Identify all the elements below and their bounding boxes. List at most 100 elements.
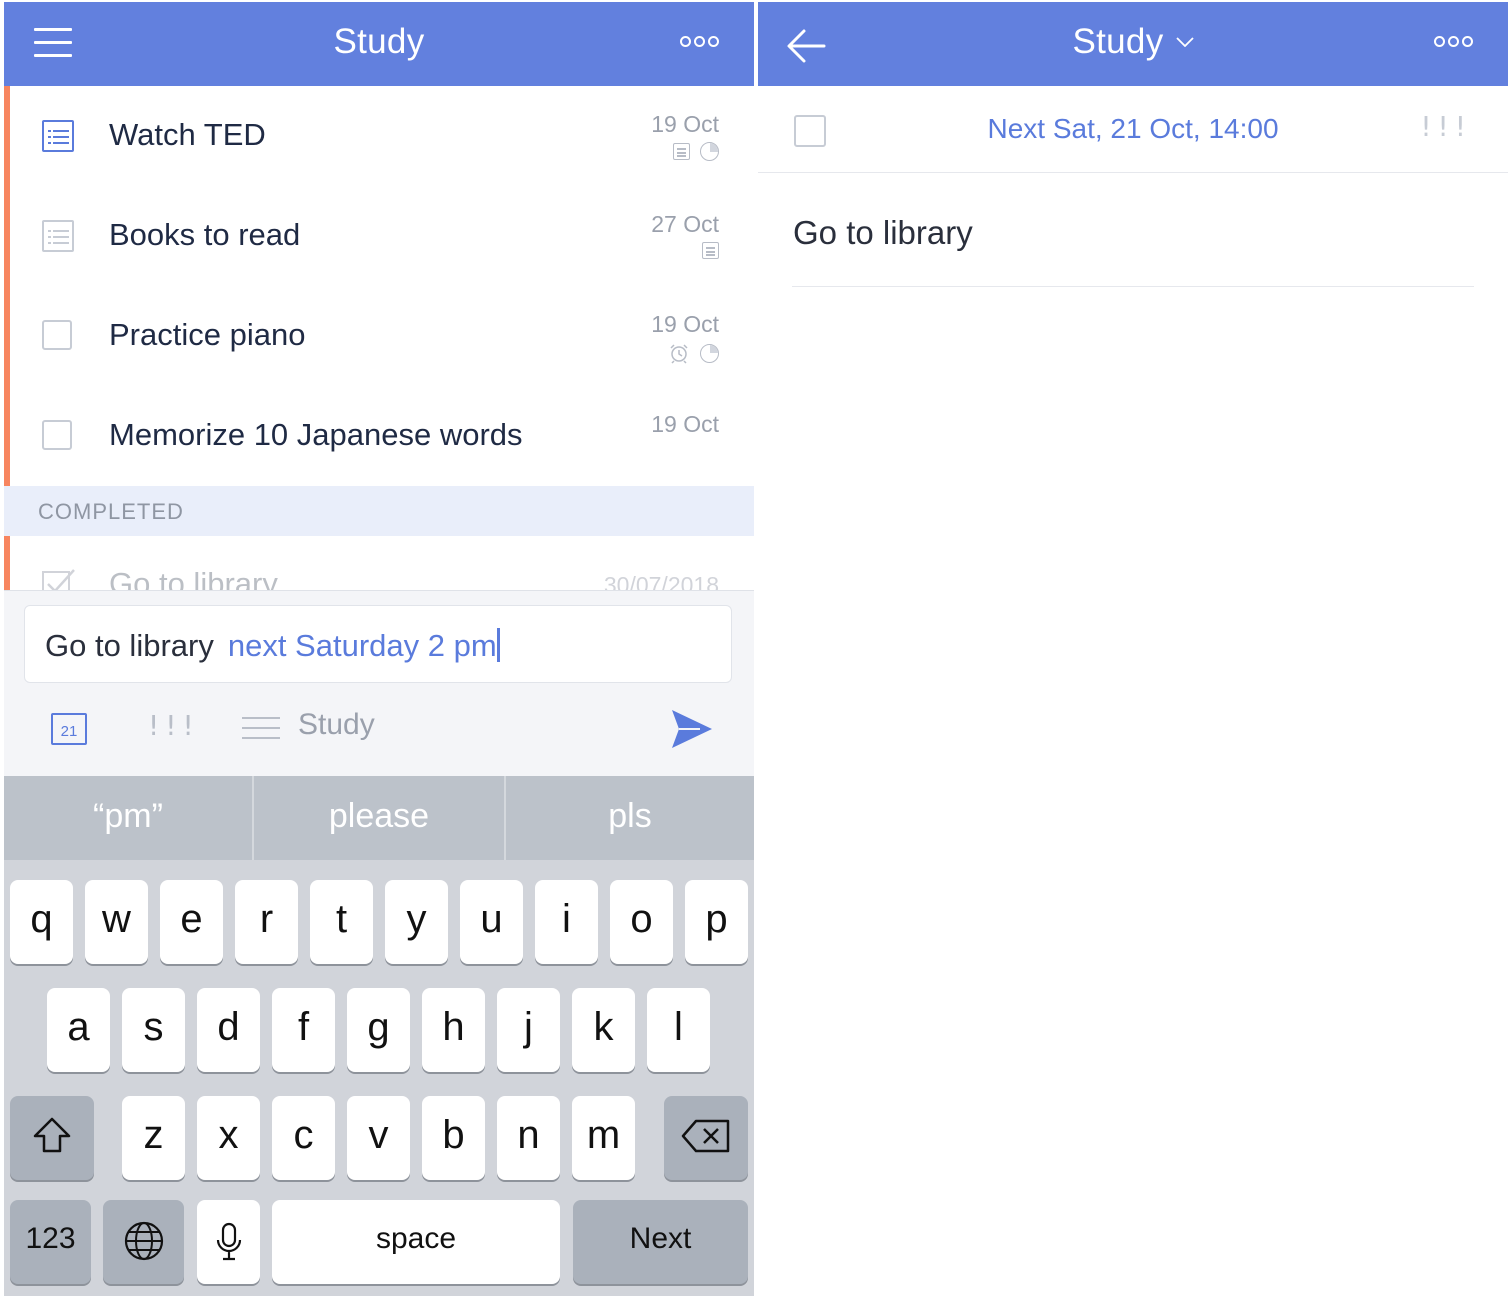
task-title[interactable]: Go to library (793, 214, 973, 252)
space-key[interactable]: space (272, 1200, 560, 1284)
input-parsed-date: next Saturday 2 pm (227, 628, 497, 663)
app-header: Study (758, 2, 1508, 86)
calendar-icon[interactable]: 21 (51, 713, 87, 745)
completed-section-header[interactable]: COMPLETED (4, 486, 754, 536)
key-v[interactable]: v (347, 1096, 410, 1180)
key-k[interactable]: k (572, 988, 635, 1072)
list-icon (242, 717, 280, 741)
calendar-day: 21 (60, 723, 78, 740)
key-t[interactable]: t (310, 880, 373, 964)
key-o[interactable]: o (610, 880, 673, 964)
key-d[interactable]: d (197, 988, 260, 1072)
key-q[interactable]: q (10, 880, 73, 964)
numbers-key[interactable]: 123 (10, 1200, 91, 1284)
priority-icon[interactable]: !!! (148, 709, 200, 742)
priority-icon[interactable]: !!! (1420, 110, 1472, 143)
task-title: Memorize 10 Japanese words (109, 417, 523, 452)
key-m[interactable]: m (572, 1096, 635, 1180)
suggestion-item[interactable]: pls (506, 776, 754, 860)
divider (792, 286, 1474, 287)
due-date[interactable]: Next Sat, 21 Oct, 14:00 (758, 113, 1508, 145)
task-meta (668, 342, 719, 364)
alarm-icon (670, 344, 688, 364)
task-title: Practice piano (109, 317, 306, 352)
backspace-key[interactable] (664, 1096, 748, 1180)
task-title: Watch TED (109, 117, 266, 152)
send-icon[interactable] (670, 708, 714, 750)
note-icon[interactable] (42, 120, 74, 152)
note-icon[interactable] (42, 220, 74, 252)
more-icon[interactable] (680, 36, 720, 48)
note-indicator-icon (673, 143, 690, 160)
task-meta (692, 242, 719, 264)
task-checkbox[interactable] (42, 420, 72, 450)
task-title: Books to read (109, 217, 301, 252)
suggestion-bar: “pm” please pls (4, 776, 754, 860)
key-l[interactable]: l (647, 988, 710, 1072)
task-list-screen: Study Watch TED 19 Oct Books to read 27 … (4, 0, 754, 1296)
chevron-down-icon (1175, 37, 1194, 47)
completed-label: COMPLETED (38, 499, 184, 524)
microphone-icon (216, 1222, 241, 1261)
key-u[interactable]: u (460, 880, 523, 964)
app-header: Study (4, 2, 754, 86)
list-title-dropdown[interactable]: Study (758, 22, 1508, 62)
dictation-key[interactable] (197, 1200, 260, 1284)
page-title: Study (333, 22, 425, 61)
progress-pie-icon (700, 142, 719, 161)
key-c[interactable]: c (272, 1096, 335, 1180)
task-detail-screen: Study Next Sat, 21 Oct, 14:00 !!! Go to … (758, 0, 1508, 1296)
due-date-row: Next Sat, 21 Oct, 14:00 !!! (758, 86, 1508, 173)
task-date: 27 Oct (651, 211, 719, 237)
key-h[interactable]: h (422, 988, 485, 1072)
suggestion-divider (252, 776, 254, 860)
task-row[interactable]: Watch TED 19 Oct (4, 86, 754, 186)
key-r[interactable]: r (235, 880, 298, 964)
task-date: 19 Oct (651, 311, 719, 337)
globe-key[interactable] (103, 1200, 184, 1284)
quick-add-input[interactable]: Go to library next Saturday 2 pm (24, 605, 732, 683)
completed-task-row[interactable]: Go to library 30/07/2018 (4, 536, 754, 590)
checked-box-icon[interactable] (42, 568, 76, 590)
backspace-icon (681, 1119, 730, 1153)
note-indicator-icon (702, 242, 719, 260)
key-x[interactable]: x (197, 1096, 260, 1180)
key-w[interactable]: w (85, 880, 148, 964)
key-s[interactable]: s (122, 988, 185, 1072)
globe-icon (124, 1221, 163, 1261)
key-n[interactable]: n (497, 1096, 560, 1180)
key-e[interactable]: e (160, 880, 223, 964)
page-title: Study (1072, 22, 1164, 61)
shift-icon (33, 1117, 71, 1153)
progress-pie-icon (700, 343, 719, 363)
task-title: Go to library (109, 566, 278, 590)
task-checkbox[interactable] (42, 320, 72, 350)
task-date: 30/07/2018 (603, 572, 719, 590)
task-date: 19 Oct (651, 411, 719, 437)
more-icon[interactable] (1434, 36, 1474, 48)
next-key[interactable]: Next (573, 1200, 748, 1284)
list-name: Study (298, 708, 375, 741)
task-row[interactable]: Memorize 10 Japanese words 19 Oct (4, 386, 754, 486)
suggestion-item[interactable]: “pm” (4, 776, 252, 860)
key-z[interactable]: z (122, 1096, 185, 1180)
quick-add-toolbar: 21 !!! Study (4, 703, 754, 763)
key-g[interactable]: g (347, 988, 410, 1072)
key-y[interactable]: y (385, 880, 448, 964)
key-p[interactable]: p (685, 880, 748, 964)
suggestion-item[interactable]: please (255, 776, 503, 860)
quick-add-bar: Go to library next Saturday 2 pm 21 !!! S… (4, 590, 754, 777)
key-f[interactable]: f (272, 988, 335, 1072)
input-plain-text: Go to library (45, 628, 214, 663)
task-row[interactable]: Practice piano 19 Oct (4, 286, 754, 386)
task-meta (663, 142, 719, 164)
task-date: 19 Oct (651, 111, 719, 137)
key-i[interactable]: i (535, 880, 598, 964)
task-row[interactable]: Books to read 27 Oct (4, 186, 754, 286)
text-caret (496, 628, 500, 662)
key-b[interactable]: b (422, 1096, 485, 1180)
keyboard: “pm” please pls q w e r t y u i o p a s … (4, 776, 754, 1296)
key-a[interactable]: a (47, 988, 110, 1072)
key-j[interactable]: j (497, 988, 560, 1072)
shift-key[interactable] (10, 1096, 94, 1180)
